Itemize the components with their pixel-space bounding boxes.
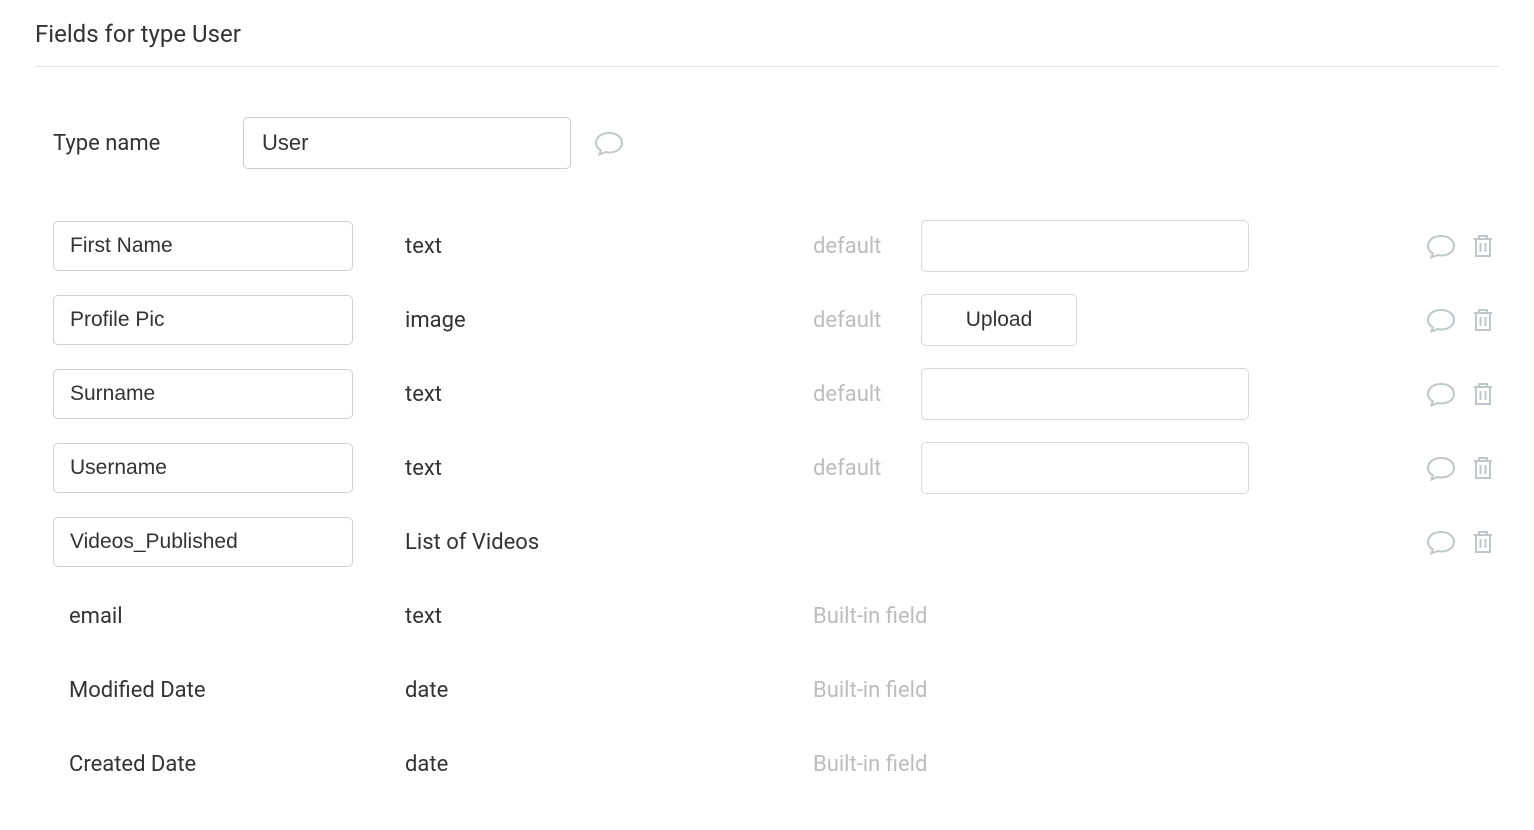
field-actions xyxy=(1409,526,1499,558)
field-type-label: text xyxy=(405,604,813,629)
field-row: emailtextBuilt-in field xyxy=(53,579,1499,653)
default-label: default xyxy=(813,456,921,481)
field-row: Modified DatedateBuilt-in field xyxy=(53,653,1499,727)
default-label: Built-in field xyxy=(813,604,1251,629)
trash-icon[interactable] xyxy=(1467,452,1499,484)
field-actions xyxy=(1409,304,1499,336)
type-name-input[interactable] xyxy=(243,117,571,169)
field-type-label: image xyxy=(405,308,813,333)
default-value-input[interactable] xyxy=(921,442,1249,494)
default-value-cell xyxy=(921,368,1251,420)
trash-icon[interactable] xyxy=(1467,230,1499,262)
comment-icon[interactable] xyxy=(1425,230,1457,262)
builtin-field-label: Built-in field xyxy=(813,752,927,777)
field-type-label: date xyxy=(405,752,813,777)
field-row: imagedefaultUpload xyxy=(53,283,1499,357)
comment-icon[interactable] xyxy=(1425,304,1457,336)
default-value-cell xyxy=(921,442,1251,494)
field-name-label: email xyxy=(53,604,405,629)
page-title: Fields for type User xyxy=(35,20,1499,48)
builtin-field-label: Built-in field xyxy=(813,604,927,629)
type-name-label: Type name xyxy=(53,131,243,156)
divider xyxy=(35,66,1499,67)
default-label: default xyxy=(813,308,921,333)
comment-icon[interactable] xyxy=(593,127,625,159)
field-type-label: List of Videos xyxy=(405,530,813,555)
default-label: default xyxy=(813,234,921,259)
field-row: textdefault xyxy=(53,209,1499,283)
type-name-row: Type name xyxy=(35,117,1499,169)
field-name-input[interactable] xyxy=(53,517,353,567)
default-value-cell: Upload xyxy=(921,294,1251,346)
field-type-label: date xyxy=(405,678,813,703)
trash-icon[interactable] xyxy=(1467,526,1499,558)
field-type-label: text xyxy=(405,382,813,407)
trash-icon[interactable] xyxy=(1467,378,1499,410)
field-row: textdefault xyxy=(53,357,1499,431)
comment-icon[interactable] xyxy=(1425,526,1457,558)
field-type-label: text xyxy=(405,456,813,481)
field-actions xyxy=(1409,378,1499,410)
default-label: Built-in field xyxy=(813,678,1251,703)
comment-icon[interactable] xyxy=(1425,452,1457,484)
field-row: Created DatedateBuilt-in field xyxy=(53,727,1499,801)
builtin-field-label: Built-in field xyxy=(813,678,927,703)
trash-icon[interactable] xyxy=(1467,304,1499,336)
field-name-label: Created Date xyxy=(53,752,405,777)
field-name-input[interactable] xyxy=(53,221,353,271)
default-value-input[interactable] xyxy=(921,220,1249,272)
upload-button[interactable]: Upload xyxy=(921,294,1077,346)
default-value-input[interactable] xyxy=(921,368,1249,420)
default-label: default xyxy=(813,382,921,407)
field-name-input[interactable] xyxy=(53,369,353,419)
field-actions xyxy=(1409,452,1499,484)
field-name-input[interactable] xyxy=(53,295,353,345)
field-row: textdefault xyxy=(53,431,1499,505)
default-label: Built-in field xyxy=(813,752,1251,777)
comment-icon[interactable] xyxy=(1425,378,1457,410)
field-name-label: Modified Date xyxy=(53,678,405,703)
field-actions xyxy=(1409,230,1499,262)
field-row: List of Videos xyxy=(53,505,1499,579)
field-name-input[interactable] xyxy=(53,443,353,493)
default-value-cell xyxy=(921,220,1251,272)
field-type-label: text xyxy=(405,234,813,259)
